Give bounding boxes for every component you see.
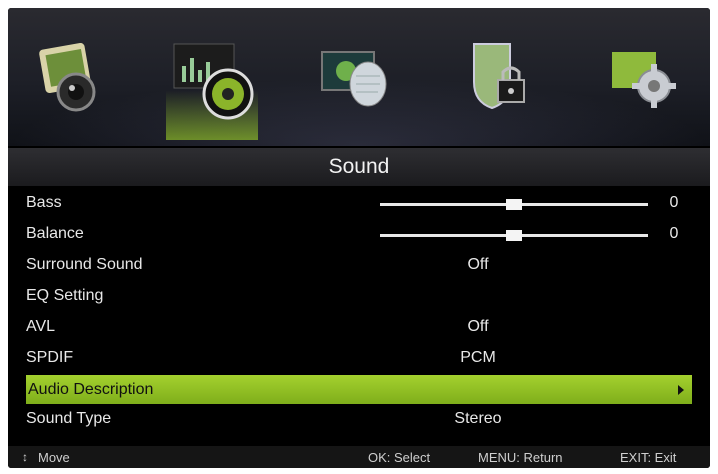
menu-item-label: Surround Sound: [26, 256, 143, 273]
lock-icon: [473, 43, 525, 110]
menu-item-eq-setting[interactable]: EQ Setting: [8, 281, 710, 312]
menu-item-sound-type[interactable]: Sound Type Stereo: [8, 404, 710, 435]
up-down-arrows-icon: ↕: [22, 450, 28, 464]
menu-item-label: SPDIF: [26, 349, 74, 366]
menu-item-avl[interactable]: AVL Off: [8, 312, 710, 343]
tab-setup[interactable]: [600, 30, 692, 140]
menu-item-label: AVL: [26, 318, 56, 335]
slider-knob[interactable]: [506, 199, 522, 210]
balance-value: 0: [669, 225, 679, 242]
balance-slider[interactable]: [380, 230, 648, 241]
avl-value: Off: [467, 318, 489, 335]
menu-title: Sound: [8, 148, 710, 186]
chevron-right-icon: [678, 385, 684, 395]
bass-value: 0: [669, 194, 679, 211]
tv-osd-screen: Sound Bass 0 Balance 0 Surround Sound Of…: [8, 8, 710, 468]
menu-item-label: Sound Type: [26, 410, 112, 427]
picture-icon: [39, 42, 96, 112]
menu-item-label: Audio Description: [28, 381, 154, 398]
tab-picture[interactable]: [28, 30, 120, 140]
hint-ok-select: OK: Select: [368, 450, 431, 465]
hint-exit: EXIT: Exit: [620, 450, 677, 465]
menu-item-audio-description[interactable]: Audio Description: [26, 375, 692, 404]
hint-menu-return: MENU: Return: [478, 450, 563, 465]
setup-icon: [612, 52, 676, 108]
menu-item-surround-sound[interactable]: Surround Sound Off: [8, 250, 710, 281]
menu-item-label: Bass: [26, 194, 62, 211]
channel-icon: [321, 51, 387, 107]
key-hint-bar: ↕ Move OK: Select MENU: Return EXIT: Exi…: [8, 446, 710, 468]
tab-sound[interactable]: [166, 30, 258, 140]
spdif-value: PCM: [460, 349, 496, 366]
sound-type-value: Stereo: [454, 410, 502, 427]
surround-sound-value: Off: [467, 256, 489, 273]
menu-item-label: EQ Setting: [26, 287, 104, 304]
bass-slider[interactable]: [380, 199, 648, 210]
menu-item-balance[interactable]: Balance 0: [8, 219, 710, 250]
slider-knob[interactable]: [506, 230, 522, 241]
category-icon-bar: [8, 8, 710, 146]
sound-menu: Bass 0 Balance 0 Surround Sound Off EQ S…: [8, 188, 710, 435]
tab-lock[interactable]: [456, 30, 548, 140]
menu-item-bass[interactable]: Bass 0: [8, 188, 710, 219]
menu-item-spdif[interactable]: SPDIF PCM: [8, 343, 710, 374]
tab-channel[interactable]: [312, 30, 404, 140]
hint-move: Move: [38, 450, 70, 465]
sound-icon: [173, 43, 254, 120]
menu-item-label: Balance: [26, 225, 84, 242]
